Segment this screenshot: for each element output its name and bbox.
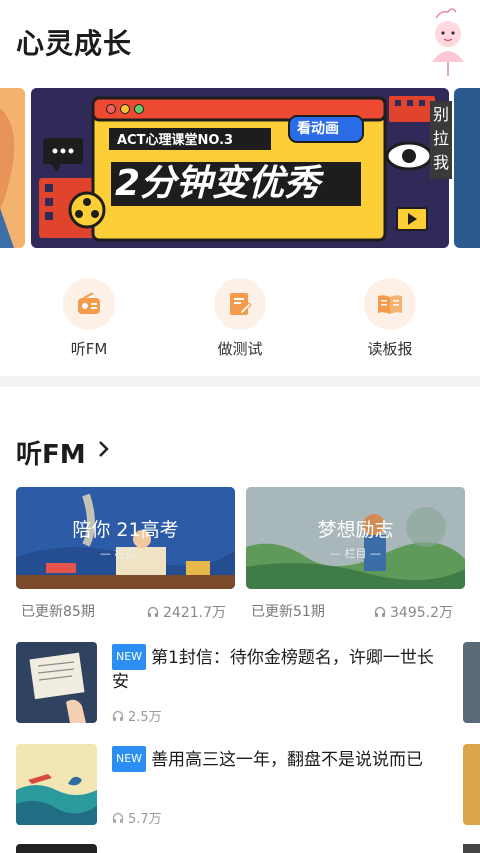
- fm-column-card[interactable]: 陪你 21高考 — 栏目 —: [16, 487, 235, 589]
- next-column-peek[interactable]: [463, 642, 480, 723]
- banner-tag: 看动画: [297, 121, 339, 137]
- quick-link-fm[interactable]: 听FM: [29, 278, 149, 359]
- test-edit-icon: [214, 278, 266, 330]
- side-text-char: 我: [432, 153, 449, 172]
- side-float-tab[interactable]: 别 拉 我: [430, 101, 452, 179]
- list-item-thumbnail[interactable]: [16, 642, 97, 723]
- quick-link-test[interactable]: 做测试: [180, 278, 300, 359]
- list-item-title-row[interactable]: NEW 第1封信：待你金榜题名，许卿一世长安: [112, 644, 447, 694]
- card-plays: 2421.7万: [147, 602, 226, 622]
- card-subtitle: — 栏目 —: [330, 547, 381, 560]
- list-item-title: 善用高三这一年，翻盘不是说说而已: [151, 750, 424, 770]
- card-title: 梦想励志: [317, 519, 394, 541]
- banner-next-slide[interactable]: [454, 88, 480, 248]
- headphones-icon: [147, 606, 159, 617]
- headphones-icon: [374, 606, 386, 617]
- new-badge: NEW: [112, 746, 147, 772]
- list-item-plays: 5.7万: [112, 808, 162, 827]
- new-badge: NEW: [112, 644, 147, 670]
- next-column-peek[interactable]: [463, 844, 480, 853]
- list-item-plays: 2.5万: [112, 706, 162, 725]
- list-item-title-row[interactable]: NEW 善用高三这一年，翻盘不是说说而已: [112, 746, 447, 772]
- side-text-char: 别: [432, 105, 449, 124]
- radio-icon: [63, 278, 115, 330]
- cartoon-mascot-icon[interactable]: [418, 6, 468, 76]
- quick-link-label: 读板报: [367, 340, 413, 358]
- banner-headline: 2分钟变优秀: [115, 163, 321, 204]
- banner-act-course[interactable]: ACT心理课堂NO.3 看动画 2分钟变优秀: [31, 88, 449, 248]
- quick-link-board[interactable]: 读板报: [330, 278, 450, 359]
- list-item-thumbnail[interactable]: [16, 744, 97, 825]
- chevron-right-icon[interactable]: [98, 440, 110, 462]
- card-plays: 3495.2万: [374, 602, 453, 622]
- quick-link-label: 听FM: [70, 340, 108, 358]
- section-title-fm[interactable]: 听FM: [16, 434, 86, 471]
- card-title: 陪你 21高考: [72, 519, 179, 541]
- fm-column-card[interactable]: 梦想励志 — 栏目 —: [246, 487, 465, 589]
- card-updated-count: 已更新51期: [251, 604, 325, 620]
- headphones-icon: [112, 812, 124, 823]
- side-text-char: 拉: [432, 129, 449, 148]
- card-updated-count: 已更新85期: [21, 604, 95, 620]
- list-item-title: 第1封信：待你金榜题名，许卿一世长安: [112, 648, 434, 692]
- card-subtitle: — 栏目 —: [100, 547, 151, 560]
- card-plays-count: 2421.7万: [163, 605, 226, 621]
- quick-link-label: 做测试: [217, 340, 263, 358]
- open-book-icon: [364, 278, 416, 330]
- headphones-icon: [112, 710, 124, 721]
- page-title: 心灵成长: [16, 27, 133, 60]
- list-item-thumbnail[interactable]: [16, 844, 97, 853]
- banner-course-label: ACT心理课堂NO.3: [117, 133, 234, 148]
- card-plays-count: 3495.2万: [390, 605, 453, 621]
- banner-prev-slide[interactable]: [0, 88, 25, 248]
- list-item-plays-count: 5.7万: [128, 812, 162, 827]
- list-item-plays-count: 2.5万: [128, 710, 162, 725]
- section-divider: [0, 376, 480, 387]
- next-column-peek[interactable]: [463, 744, 480, 825]
